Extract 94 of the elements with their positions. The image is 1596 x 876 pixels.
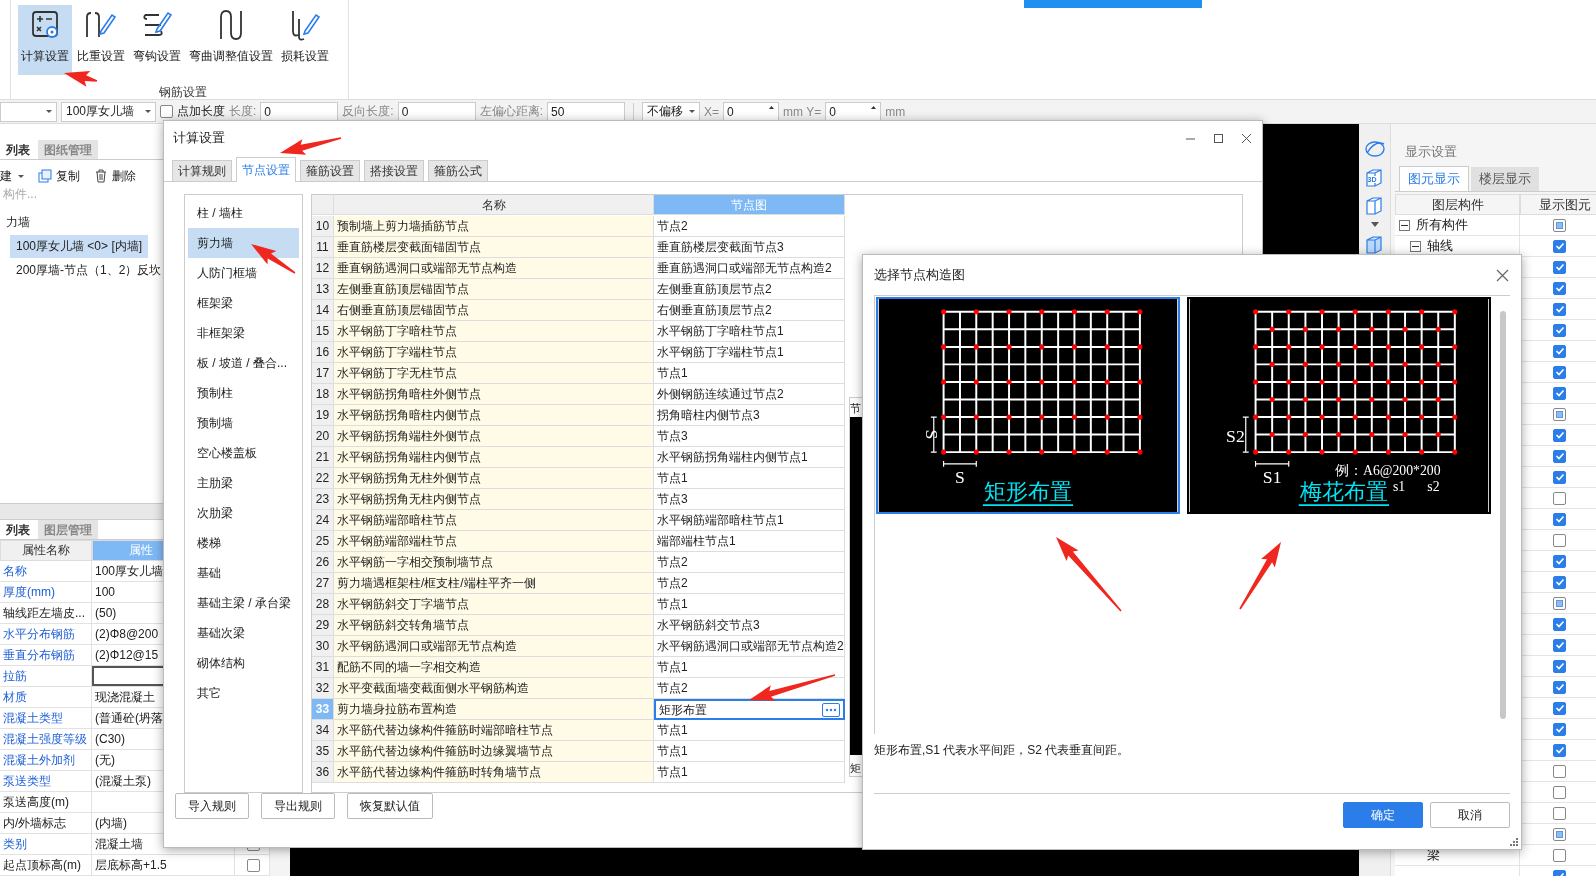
property-name: 混凝土强度等级 bbox=[0, 729, 92, 750]
column-header: 图层构件 bbox=[1395, 194, 1520, 215]
property-name: 混凝土类型 bbox=[0, 708, 92, 729]
dimension-label: S bbox=[955, 466, 965, 487]
table-cell: 垂直筋楼层变截面锚固节点 bbox=[334, 237, 654, 258]
table-cell: 剪力墙遇框架柱/框支柱/端柱平齐一侧 bbox=[334, 573, 654, 594]
table-cell: 垂直钢筋遇洞口或端部无节点构造 bbox=[334, 258, 654, 279]
dimension-label: S1 bbox=[1262, 466, 1282, 487]
property-name: 水平分布钢筋 bbox=[0, 624, 92, 645]
table-cell: 水平变截面墙变截面侧水平钢筋构造 bbox=[334, 678, 654, 699]
dimension-label: S bbox=[921, 429, 942, 440]
table-cell: 节点1 bbox=[654, 468, 845, 489]
dialog-title: 选择节点构造图 bbox=[874, 266, 965, 284]
table-cell: 节点1 bbox=[654, 363, 845, 384]
table-cell: 水平钢筋拐角暗柱内侧节点 bbox=[334, 405, 654, 426]
property-name: 厚度(mm) bbox=[0, 582, 92, 603]
field-label: 长度: bbox=[229, 103, 257, 120]
table-cell: 水平筋代替边缘构件箍筋时边缘翼墙节点 bbox=[334, 741, 654, 762]
table-cell: 水平筋代替边缘构件箍筋时转角墙节点 bbox=[334, 762, 654, 783]
preview-title: 节 bbox=[850, 401, 862, 416]
table-cell: 节点1 bbox=[654, 741, 845, 762]
table-cell: 水平钢筋丁字端柱节点 bbox=[334, 342, 654, 363]
table-cell: 水平钢筋拐角端柱内侧节点 bbox=[334, 447, 654, 468]
property-name: 混凝土外加剂 bbox=[0, 750, 92, 771]
property-name: 泵送高度(m) bbox=[0, 792, 92, 813]
table-cell: 水平钢筋端部端柱节点 bbox=[334, 531, 654, 552]
table-cell: 节点2 bbox=[654, 573, 845, 594]
table-cell: 节点2 bbox=[654, 552, 845, 573]
table-cell: 水平钢筋遇洞口或端部无节点构造 bbox=[334, 636, 654, 657]
dimension-label: S2 bbox=[1226, 426, 1245, 447]
table-cell: 水平钢筋拐角无柱内侧节点 bbox=[334, 489, 654, 510]
table-cell: 垂直筋遇洞口或端部无节点构造2 bbox=[654, 258, 845, 279]
table-cell: 水平钢筋一字相交预制墙节点 bbox=[334, 552, 654, 573]
group-label: 钢筋设置 bbox=[159, 84, 207, 101]
property-name: 内/外墙标志 bbox=[0, 813, 92, 834]
table-cell: 节点1 bbox=[654, 720, 845, 741]
table-cell: 节点1 bbox=[654, 594, 845, 615]
table-cell: 水平钢筋丁字无柱节点 bbox=[334, 363, 654, 384]
table-cell: 右侧垂直筋顶层锚固节点 bbox=[334, 300, 654, 321]
property-name: 起点顶标高(m) bbox=[0, 855, 92, 876]
table-cell: 预制墙上剪力墙插筋节点 bbox=[334, 216, 654, 237]
table-cell: 水平钢筋斜交节点3 bbox=[654, 615, 845, 636]
column-header: 属性名称 bbox=[0, 540, 92, 561]
field-label: mm Y= bbox=[783, 104, 822, 119]
property-name: 名称 bbox=[0, 561, 92, 582]
table-cell: 水平钢筋斜交丁字墙节点 bbox=[334, 594, 654, 615]
layer-name: 所有构件 bbox=[1416, 216, 1468, 234]
table-cell: 水平钢筋拐角暗柱外侧节点 bbox=[334, 384, 654, 405]
property-name: 类别 bbox=[0, 834, 92, 855]
field-label: X= bbox=[704, 104, 720, 119]
unit-label: mm bbox=[885, 104, 906, 119]
table-cell: 水平钢筋斜交转角墙节点 bbox=[334, 615, 654, 636]
table-cell: 节点2 bbox=[654, 216, 845, 237]
property-name: 轴线距左墙皮... bbox=[0, 603, 92, 624]
table-cell: 剪力墙身拉筋布置构造 bbox=[334, 699, 654, 720]
field-label: 反向长度: bbox=[342, 103, 394, 120]
table-cell: 水平钢筋拐角端柱外侧节点 bbox=[334, 426, 654, 447]
table-cell: 拐角暗柱内侧节点3 bbox=[654, 405, 845, 426]
table-cell: 水平钢筋丁字暗柱节点1 bbox=[654, 321, 845, 342]
table-cell: 节点3 bbox=[654, 489, 845, 510]
table-cell: 水平钢筋遇洞口或端部无节点构造2 bbox=[654, 636, 845, 657]
field-label: 左偏心距离: bbox=[479, 103, 544, 120]
layer-name: 轴线 bbox=[1427, 237, 1453, 255]
table-cell: 左侧垂直筋顶层锚固节点 bbox=[334, 279, 654, 300]
diagram-title: 矩形布置 bbox=[981, 480, 1075, 507]
diagram-title: 梅花布置 bbox=[1297, 480, 1391, 507]
table-cell: 右侧垂直筋顶层节点2 bbox=[654, 300, 845, 321]
table-cell: 节点1 bbox=[654, 762, 845, 783]
dimension-label: s1 bbox=[1393, 479, 1406, 495]
column-header: 显示图元 bbox=[1520, 194, 1596, 215]
table-cell: 水平钢筋拐角端柱内侧节点1 bbox=[654, 447, 845, 468]
table-cell: 水平钢筋端部暗柱节点1 bbox=[654, 510, 845, 531]
table-cell: 端部端柱节点1 bbox=[654, 531, 845, 552]
table-cell: 水平钢筋拐角无柱外侧节点 bbox=[334, 468, 654, 489]
description-text: 矩形布置,S1 代表水平间距，S2 代表垂直间距。 bbox=[873, 742, 1131, 759]
table-cell: 左侧垂直筋顶层节点2 bbox=[654, 279, 845, 300]
table-cell: 层底标高+1.5 bbox=[92, 855, 235, 876]
table-cell: 外侧钢筋连续通过节点2 bbox=[654, 384, 845, 405]
table-cell: 水平钢筋端部暗柱节点 bbox=[334, 510, 654, 531]
table-cell: 节点3 bbox=[654, 426, 845, 447]
table-cell: 垂直筋楼层变截面节点3 bbox=[654, 237, 845, 258]
table-cell: 水平筋代替边缘构件箍筋时端部暗柱节点 bbox=[334, 720, 654, 741]
checkbox-label: 点加长度 bbox=[177, 103, 225, 120]
property-name: 泵送类型 bbox=[0, 771, 92, 792]
table-cell: 水平钢筋丁字暗柱节点 bbox=[334, 321, 654, 342]
table-cell: 配筋不同的墙一字相交构造 bbox=[334, 657, 654, 678]
dimension-label: s2 bbox=[1427, 479, 1440, 495]
example-label: 例：A6@200*200 bbox=[1335, 462, 1441, 478]
property-name: 垂直分布钢筋 bbox=[0, 645, 92, 666]
panel-title: 显示设置 bbox=[1404, 143, 1458, 161]
table-cell: 水平钢筋丁字端柱节点1 bbox=[654, 342, 845, 363]
preview-caption: 矩 bbox=[850, 761, 862, 776]
dialog-title: 计算设置 bbox=[173, 129, 225, 147]
property-name: 材质 bbox=[0, 687, 92, 708]
